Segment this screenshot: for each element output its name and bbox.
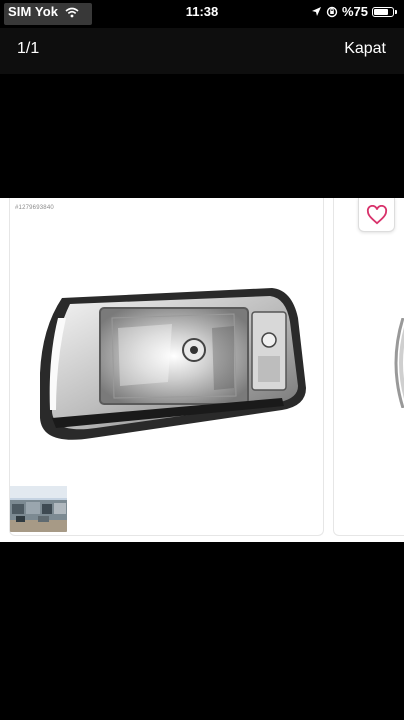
heart-icon bbox=[366, 204, 387, 224]
listing-number: #1279693840 bbox=[15, 205, 54, 211]
photo-card-current[interactable]: #1279693840 bbox=[9, 198, 324, 536]
car-headlight-photo bbox=[40, 288, 306, 440]
battery-fill bbox=[374, 8, 388, 15]
gallery-header: 1/1 Kapat bbox=[0, 28, 404, 74]
location-arrow-icon bbox=[311, 7, 321, 16]
favorite-button[interactable] bbox=[358, 198, 395, 232]
photo-card-next[interactable] bbox=[333, 198, 404, 536]
photo-carousel[interactable]: #1279693840 bbox=[0, 198, 404, 542]
battery-icon bbox=[372, 6, 397, 17]
close-button[interactable]: Kapat bbox=[344, 40, 386, 58]
image-counter: 1/1 bbox=[17, 40, 40, 57]
orientation-lock-icon bbox=[326, 6, 338, 17]
status-icons: %75 bbox=[311, 4, 397, 19]
status-bar: SIM Yok 11:38 %75 bbox=[0, 0, 404, 25]
car-lot-photo[interactable] bbox=[10, 486, 67, 532]
battery-percent: %75 bbox=[341, 4, 368, 19]
next-photo-preview bbox=[394, 318, 404, 408]
